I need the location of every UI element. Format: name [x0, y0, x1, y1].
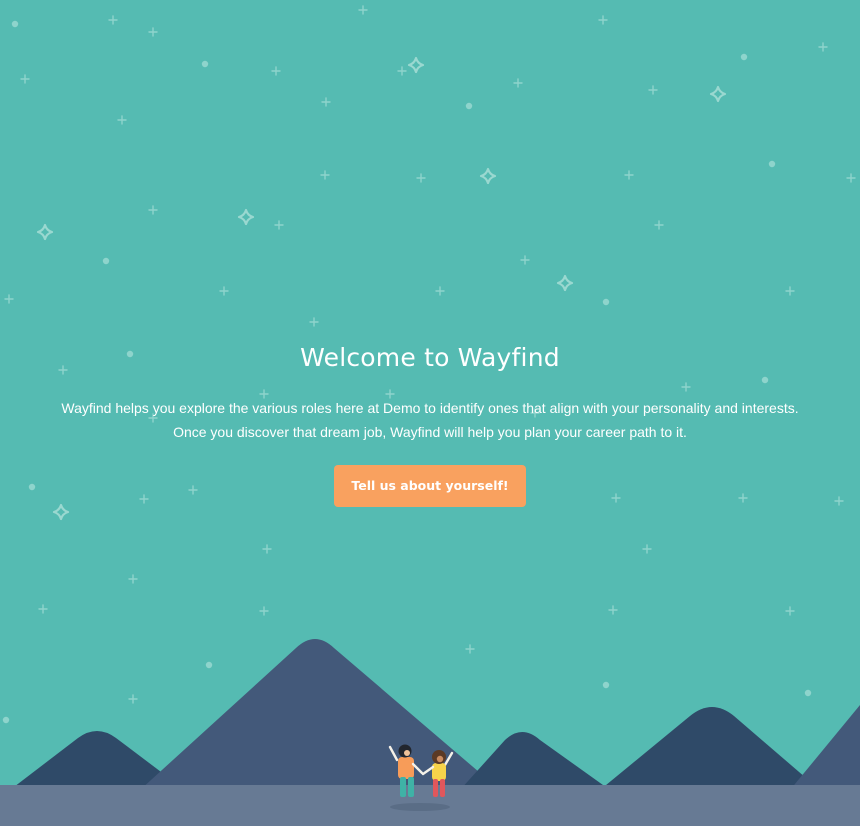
page-title: Welcome to Wayfind — [300, 343, 560, 372]
plus-star-icon — [416, 173, 426, 183]
sparkle-star-icon — [556, 274, 574, 292]
tell-us-about-yourself-button[interactable]: Tell us about yourself! — [334, 465, 526, 507]
plus-star-icon — [219, 286, 229, 296]
plus-star-icon — [259, 606, 269, 616]
plus-star-icon — [608, 605, 618, 615]
plus-star-icon — [520, 255, 530, 265]
sparkle-star-icon — [479, 167, 497, 185]
dot-star-icon — [768, 160, 776, 168]
plus-star-icon — [148, 27, 158, 37]
dot-star-icon — [11, 20, 19, 28]
mountain-right — [600, 707, 820, 790]
plus-star-icon — [274, 220, 284, 230]
plus-star-icon — [785, 286, 795, 296]
sparkle-star-icon — [407, 56, 425, 74]
plus-star-icon — [4, 294, 14, 304]
plus-star-icon — [148, 205, 158, 215]
plus-star-icon — [358, 5, 368, 15]
plus-star-icon — [648, 85, 658, 95]
hero-section: Welcome to Wayfind Wayfind helps you exp… — [0, 343, 860, 507]
plus-star-icon — [818, 42, 828, 52]
mountain-far-right — [790, 705, 860, 790]
dot-star-icon — [602, 681, 610, 689]
plus-star-icon — [117, 115, 127, 125]
plus-star-icon — [513, 78, 523, 88]
sparkle-star-icon — [709, 85, 727, 103]
dot-star-icon — [602, 298, 610, 306]
sparkle-star-icon — [36, 223, 54, 241]
plus-star-icon — [108, 15, 118, 25]
plus-star-icon — [128, 574, 138, 584]
plus-star-icon — [785, 606, 795, 616]
dot-star-icon — [201, 60, 209, 68]
plus-star-icon — [435, 286, 445, 296]
plus-star-icon — [128, 694, 138, 704]
plus-star-icon — [38, 604, 48, 614]
dot-star-icon — [102, 257, 110, 265]
plus-star-icon — [320, 170, 330, 180]
plus-star-icon — [262, 544, 272, 554]
hero-description: Wayfind helps you explore the various ro… — [61, 400, 799, 440]
dot-star-icon — [2, 716, 10, 724]
sparkle-star-icon — [52, 503, 70, 521]
dot-star-icon — [465, 102, 473, 110]
dot-star-icon — [804, 689, 812, 697]
plus-star-icon — [598, 15, 608, 25]
plus-star-icon — [654, 220, 664, 230]
plus-star-icon — [397, 66, 407, 76]
plus-star-icon — [321, 97, 331, 107]
sparkle-star-icon — [237, 208, 255, 226]
plus-star-icon — [20, 74, 30, 84]
plus-star-icon — [309, 317, 319, 327]
dot-star-icon — [205, 661, 213, 669]
plus-star-icon — [465, 644, 475, 654]
plus-star-icon — [271, 66, 281, 76]
plus-star-icon — [624, 170, 634, 180]
plus-star-icon — [642, 544, 652, 554]
dot-star-icon — [740, 53, 748, 61]
plus-star-icon — [846, 173, 856, 183]
mountain-middle-small — [460, 732, 610, 790]
